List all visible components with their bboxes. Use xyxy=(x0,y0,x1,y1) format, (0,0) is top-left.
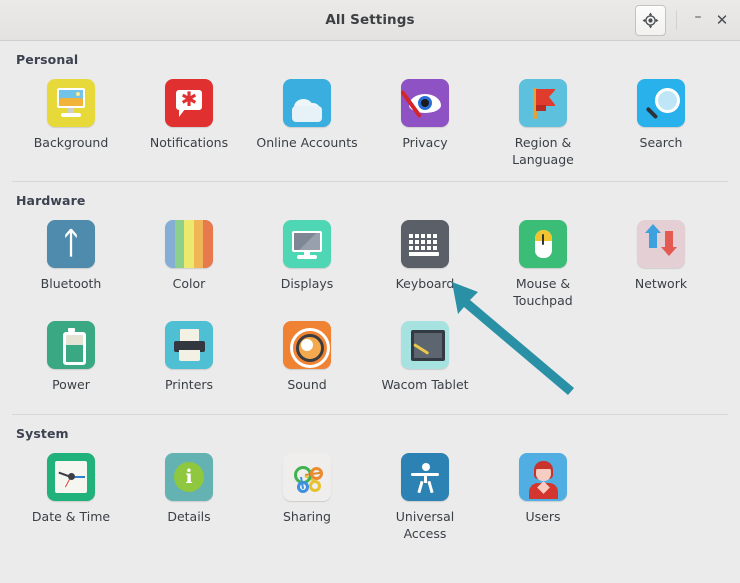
item-label: Color xyxy=(172,276,206,291)
settings-content: Personal Background ✱ Notifications Onli… xyxy=(0,52,740,542)
window-title: All Settings xyxy=(325,12,415,28)
item-label: Printers xyxy=(164,377,214,392)
settings-item-color[interactable]: Color xyxy=(130,208,248,309)
section-grid-personal: Background ✱ Notifications Online Accoun… xyxy=(12,67,728,168)
settings-item-network[interactable]: Network xyxy=(602,208,720,309)
item-label: Keyboard xyxy=(395,276,455,291)
all-settings-window: All Settings – ✕ Personal Background ✱ N… xyxy=(0,0,740,583)
settings-item-background[interactable]: Background xyxy=(12,67,130,168)
control-separator xyxy=(676,10,677,30)
keyboard-icon xyxy=(401,220,449,268)
settings-item-keyboard[interactable]: Keyboard xyxy=(366,208,484,309)
settings-item-mouse-touchpad[interactable]: Mouse & Touchpad xyxy=(484,208,602,309)
section-grid-hardware: ᛏ Bluetooth Color Displays Keyboard Mous… xyxy=(12,208,728,393)
minimize-button[interactable]: – xyxy=(686,2,710,38)
item-label: Search xyxy=(639,135,683,150)
sound-icon xyxy=(283,321,331,369)
date-time-icon xyxy=(47,453,95,501)
settings-item-displays[interactable]: Displays xyxy=(248,208,366,309)
item-label: Displays xyxy=(280,276,334,291)
displays-icon xyxy=(283,220,331,268)
item-label: Power xyxy=(52,377,90,392)
printers-icon xyxy=(165,321,213,369)
target-icon-button[interactable] xyxy=(635,4,666,36)
item-label: Date & Time xyxy=(31,509,111,524)
online-accounts-icon xyxy=(283,79,331,127)
window-controls: – ✕ xyxy=(635,0,734,40)
section-title-personal: Personal xyxy=(16,52,79,67)
item-label: Privacy xyxy=(402,135,448,150)
item-label: Wacom Tablet xyxy=(381,377,469,392)
section-divider xyxy=(12,181,728,182)
settings-item-users[interactable]: Users xyxy=(484,441,602,542)
item-label: Universal Access xyxy=(395,509,455,541)
background-icon xyxy=(47,79,95,127)
details-icon: i xyxy=(165,453,213,501)
sharing-icon xyxy=(283,453,331,501)
settings-item-universal-access[interactable]: Universal Access xyxy=(366,441,484,542)
settings-item-printers[interactable]: Printers xyxy=(130,309,248,393)
settings-item-sharing[interactable]: Sharing xyxy=(248,441,366,542)
item-label: Region & Language xyxy=(512,135,574,167)
settings-item-details[interactable]: i Details xyxy=(130,441,248,542)
section-title-system: System xyxy=(16,426,69,441)
item-label: Notifications xyxy=(149,135,229,150)
settings-item-privacy[interactable]: Privacy xyxy=(366,67,484,168)
privacy-icon xyxy=(401,79,449,127)
network-icon xyxy=(637,220,685,268)
item-label: Background xyxy=(33,135,109,150)
region-language-icon xyxy=(519,79,567,127)
settings-item-date-time[interactable]: Date & Time xyxy=(12,441,130,542)
universal-access-icon xyxy=(401,453,449,501)
item-label: Online Accounts xyxy=(256,135,358,150)
mouse-touchpad-icon xyxy=(519,220,567,268)
item-label: Sound xyxy=(287,377,327,392)
section-grid-system: Date & Time i Details Sharing Universal … xyxy=(12,441,728,542)
settings-item-search[interactable]: Search xyxy=(602,67,720,168)
item-label: Users xyxy=(525,509,561,524)
bluetooth-icon: ᛏ xyxy=(47,220,95,268)
users-icon xyxy=(519,453,567,501)
titlebar: All Settings – ✕ xyxy=(0,0,740,41)
section-divider xyxy=(12,414,728,415)
item-label: Bluetooth xyxy=(40,276,102,291)
search-icon xyxy=(637,79,685,127)
settings-item-region-language[interactable]: Region & Language xyxy=(484,67,602,168)
item-label: Details xyxy=(167,509,211,524)
item-label: Network xyxy=(634,276,688,291)
item-label: Mouse & Touchpad xyxy=(513,276,573,308)
item-label: Sharing xyxy=(283,509,331,524)
notifications-icon: ✱ xyxy=(165,79,213,127)
settings-item-power[interactable]: Power xyxy=(12,309,130,393)
section-title-hardware: Hardware xyxy=(16,193,86,208)
color-icon xyxy=(165,220,213,268)
settings-item-sound[interactable]: Sound xyxy=(248,309,366,393)
wacom-tablet-icon xyxy=(401,321,449,369)
power-icon xyxy=(47,321,95,369)
settings-item-online-accounts[interactable]: Online Accounts xyxy=(248,67,366,168)
close-button[interactable]: ✕ xyxy=(710,5,734,35)
target-icon xyxy=(642,12,659,28)
settings-item-notifications[interactable]: ✱ Notifications xyxy=(130,67,248,168)
settings-item-wacom-tablet[interactable]: Wacom Tablet xyxy=(366,309,484,393)
settings-item-bluetooth[interactable]: ᛏ Bluetooth xyxy=(12,208,130,309)
